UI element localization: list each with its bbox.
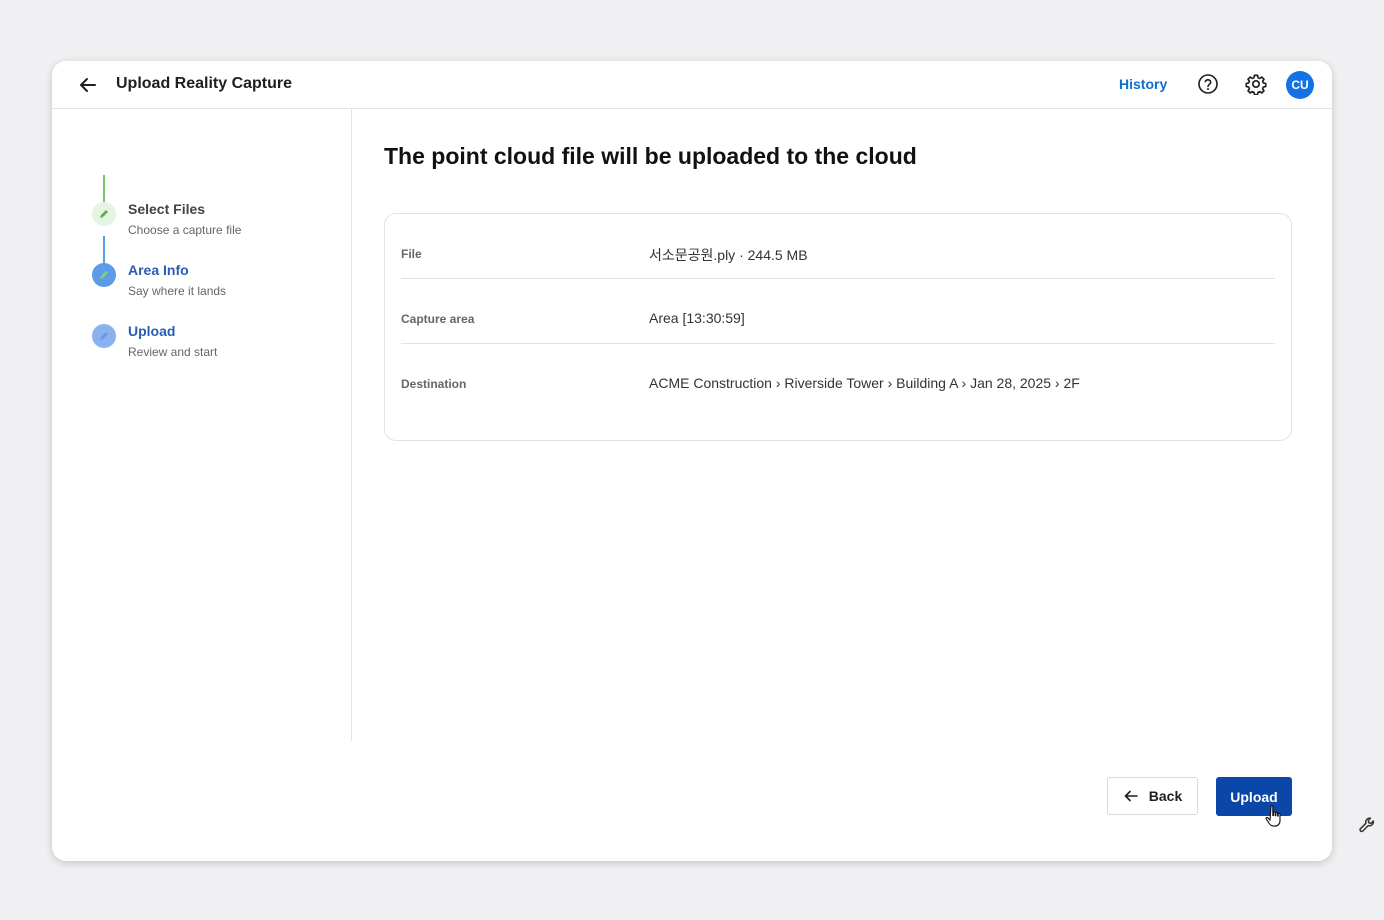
summary-card: File 서소문공원.ply · 244.5 MB Capture area A… (384, 213, 1292, 441)
pencil-icon (100, 271, 108, 279)
summary-label: Capture area (401, 312, 475, 326)
upload-dialog: Upload Reality Capture History CU Select… (52, 61, 1332, 861)
summary-label: Destination (401, 377, 467, 391)
step-dot (92, 202, 116, 226)
history-link[interactable]: History (1119, 76, 1167, 92)
summary-label: File (401, 247, 422, 261)
user-avatar[interactable]: CU (1286, 71, 1314, 99)
summary-row-capture-area: Capture area Area [13:30:59] (401, 279, 1275, 344)
stepper-sidebar: Select Files Choose a capture file Area … (52, 109, 352, 741)
summary-value: Area [13:30:59] (649, 310, 745, 326)
back-arrow-icon[interactable] (78, 75, 98, 95)
summary-value: ACME Construction › Riverside Tower › Bu… (649, 375, 1080, 391)
help-icon[interactable] (1197, 73, 1219, 95)
summary-value: 서소문공원.ply · 244.5 MB (649, 247, 808, 263)
hand-cursor-icon (1265, 805, 1281, 827)
step-subtitle: Say where it lands (128, 284, 227, 298)
step-dot (92, 324, 116, 348)
gear-icon[interactable] (1245, 73, 1267, 95)
step-dot (92, 263, 116, 287)
step-subtitle: Review and start (128, 345, 218, 359)
step-subtitle: Choose a capture file (128, 223, 242, 237)
step-title: Upload (128, 323, 176, 339)
step-title: Select Files (128, 201, 206, 217)
step-title: Area Info (128, 262, 189, 278)
summary-row-file: File 서소문공원.ply · 244.5 MB (401, 214, 1275, 279)
back-button[interactable]: Back (1107, 777, 1198, 815)
dialog-header: Upload Reality Capture History CU (52, 61, 1332, 109)
pencil-icon (100, 210, 108, 218)
arrow-left-icon (1124, 790, 1138, 802)
summary-row-destination: Destination ACME Construction › Riversid… (401, 344, 1275, 409)
back-button-label: Back (1148, 788, 1183, 804)
pencil-icon (100, 332, 108, 340)
main-heading: The point cloud file will be uploaded to… (384, 143, 917, 169)
page-title: Upload Reality Capture (116, 75, 293, 92)
wrench-icon[interactable] (1358, 816, 1376, 834)
